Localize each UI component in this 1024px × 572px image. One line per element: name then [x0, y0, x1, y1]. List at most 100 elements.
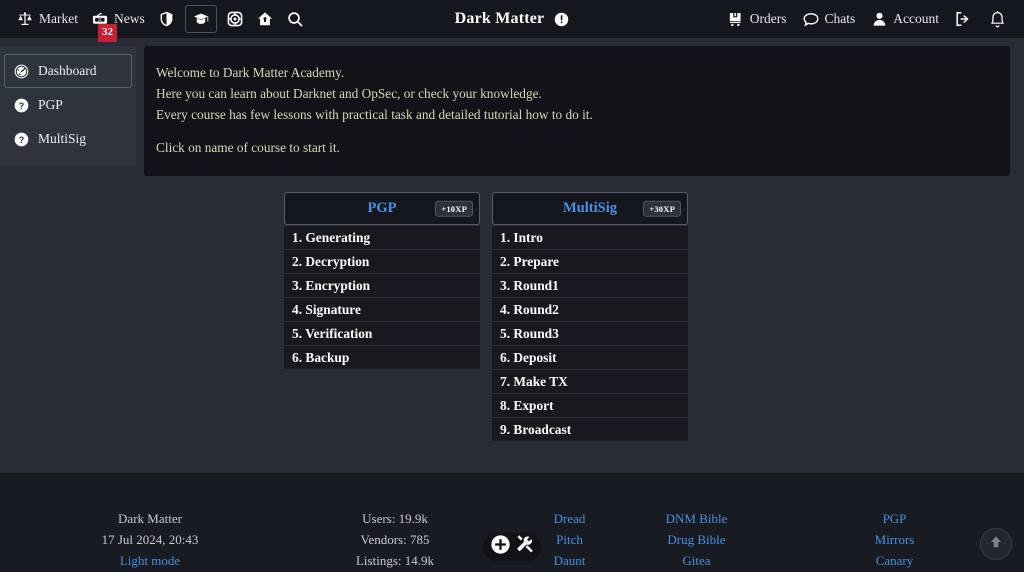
course-header-multisig[interactable]: MultiSig +30XP — [492, 192, 688, 225]
lesson-item[interactable]: 2. Prepare — [492, 250, 688, 274]
home-icon — [257, 11, 273, 27]
sidebar-item-multisig-label: MultiSig — [38, 131, 87, 146]
nav-orders[interactable]: Orders — [721, 7, 794, 31]
footer-link[interactable]: DNM Bible — [633, 509, 760, 530]
course-card-pgp: PGP +10XP 1. Generating 2. Decryption 3.… — [284, 192, 480, 442]
lesson-item[interactable]: 7. Make TX — [492, 370, 688, 394]
footer-link[interactable]: Dread — [506, 509, 633, 530]
graduation-cap-icon — [193, 11, 209, 27]
nav-news[interactable]: 32 News — [85, 7, 152, 42]
nav-academy[interactable] — [184, 5, 217, 33]
svg-text:?: ? — [19, 134, 25, 144]
welcome-line-1: Welcome to Dark Matter Academy. — [156, 65, 345, 80]
welcome-line-2: Here you can learn about Darknet and OpS… — [156, 86, 542, 101]
footer: Dark Matter 17 Jul 2024, 20:43 Light mod… — [0, 473, 1024, 572]
shield-icon — [159, 11, 175, 27]
nav-news-label: News — [113, 11, 145, 26]
bell-icon — [987, 9, 1007, 29]
topbar-left-group: Market 32 News — [10, 5, 310, 42]
nav-orders-label: Orders — [749, 11, 787, 26]
footer-brand-name: Dark Matter — [118, 511, 182, 526]
lesson-item[interactable]: 4. Signature — [284, 298, 480, 322]
topbar-right-group: Orders Chats Account — [721, 5, 1014, 33]
scales-icon — [17, 11, 33, 27]
lesson-item[interactable]: 3. Encryption — [284, 274, 480, 298]
lesson-item[interactable]: 4. Round2 — [492, 298, 688, 322]
sidebar: Dashboard ? PGP ? MultiSig — [0, 46, 136, 166]
lesson-item[interactable]: 5. Round3 — [492, 322, 688, 346]
nav-chats[interactable]: Chats — [796, 7, 863, 31]
stat-vendors: Vendors: 785 — [360, 531, 430, 547]
question-circle-icon: ? — [14, 98, 29, 113]
welcome-spacer — [156, 125, 998, 137]
news-unread-badge: 32 — [97, 24, 117, 42]
course-title-pgp: PGP — [367, 200, 397, 216]
footer-links-column-3: PGP Mirrors Canary — [831, 509, 958, 571]
sidebar-item-pgp[interactable]: ? PGP — [4, 88, 132, 122]
lesson-item[interactable]: 2. Decryption — [284, 250, 480, 274]
nav-security[interactable] — [152, 7, 182, 31]
lesson-item[interactable]: 8. Export — [492, 394, 688, 418]
footer-link[interactable]: Mirrors — [831, 530, 958, 551]
logout-icon — [955, 11, 971, 27]
nav-notifications[interactable] — [980, 5, 1014, 33]
sidebar-item-dashboard[interactable]: Dashboard — [4, 54, 132, 88]
info-circle-icon[interactable] — [553, 11, 569, 27]
sidebar-item-dashboard-label: Dashboard — [38, 63, 97, 78]
footer-datetime: 17 Jul 2024, 20:43 — [101, 531, 199, 547]
lesson-item[interactable]: 6. Backup — [284, 346, 480, 370]
top-navigation-bar: Market 32 News Dark Matter Orders Chats … — [0, 0, 1024, 42]
plus-circle-icon[interactable] — [490, 534, 511, 560]
footer-link[interactable]: Drug Bible — [633, 530, 760, 551]
chat-bubble-icon — [802, 11, 819, 27]
nav-chats-label: Chats — [824, 11, 856, 26]
footer-link[interactable]: PGP — [831, 509, 958, 530]
stat-listings: Listings: 14.9k — [355, 552, 434, 568]
sidebar-item-multisig[interactable]: ? MultiSig — [4, 122, 132, 156]
sidebar-item-pgp-label: PGP — [38, 97, 63, 112]
xp-badge-multisig: +30XP — [643, 200, 681, 217]
page-title: Dark Matter — [454, 10, 545, 27]
course-card-multisig: MultiSig +30XP 1. Intro 2. Prepare 3. Ro… — [492, 192, 688, 442]
svg-text:?: ? — [19, 100, 25, 110]
footer-links-column-2: DNM Bible Drug Bible Gitea — [633, 509, 760, 571]
lesson-list-multisig: 1. Intro 2. Prepare 3. Round1 4. Round2 … — [492, 226, 688, 442]
footer-tools-widget — [483, 533, 541, 561]
nav-logout[interactable] — [948, 7, 978, 31]
welcome-line-3: Every course has few lessons with practi… — [156, 107, 593, 122]
xp-badge-pgp: +10XP — [435, 200, 473, 217]
nav-home[interactable] — [250, 7, 280, 31]
main-region: Dashboard ? PGP ? MultiSig Welcome to Da… — [0, 38, 1024, 473]
footer-link[interactable]: Gitea — [633, 551, 760, 572]
tools-icon[interactable] — [514, 534, 535, 560]
footer-stats-block: Users: 19.9k Vendors: 785 Listings: 14.9… — [300, 509, 490, 571]
nav-market-label: Market — [39, 11, 78, 26]
nav-account-label: Account — [893, 11, 939, 26]
lesson-item[interactable]: 6. Deposit — [492, 346, 688, 370]
lesson-item[interactable]: 3. Round1 — [492, 274, 688, 298]
lesson-item[interactable]: 9. Broadcast — [492, 418, 688, 442]
gauge-icon — [14, 64, 29, 79]
lesson-item[interactable]: 1. Intro — [492, 226, 688, 250]
lesson-item[interactable]: 5. Verification — [284, 322, 480, 346]
footer-brand-block: Dark Matter 17 Jul 2024, 20:43 Light mod… — [0, 509, 300, 571]
welcome-panel: Welcome to Dark Matter Academy. Here you… — [144, 46, 1010, 176]
light-mode-toggle[interactable]: Light mode — [0, 551, 300, 572]
footer-link[interactable]: Canary — [831, 551, 958, 572]
lesson-item[interactable]: 1. Generating — [284, 226, 480, 250]
content-area: Welcome to Dark Matter Academy. Here you… — [136, 38, 1024, 473]
lifebuoy-icon — [227, 11, 243, 27]
course-list: PGP +10XP 1. Generating 2. Decryption 3.… — [144, 192, 1010, 442]
nav-market[interactable]: Market — [10, 7, 85, 31]
welcome-line-4: Click on name of course to start it. — [156, 140, 340, 155]
nav-search[interactable] — [280, 7, 310, 31]
arrow-up-circle-icon — [987, 533, 1005, 556]
question-circle-icon: ? — [14, 132, 29, 147]
search-icon — [287, 11, 303, 27]
scroll-to-top-button[interactable] — [980, 528, 1012, 560]
nav-account[interactable]: Account — [864, 7, 946, 31]
course-header-pgp[interactable]: PGP +10XP — [284, 192, 480, 225]
stat-users: Users: 19.9k — [362, 511, 428, 526]
cart-icon — [728, 11, 744, 27]
nav-support[interactable] — [220, 7, 250, 31]
